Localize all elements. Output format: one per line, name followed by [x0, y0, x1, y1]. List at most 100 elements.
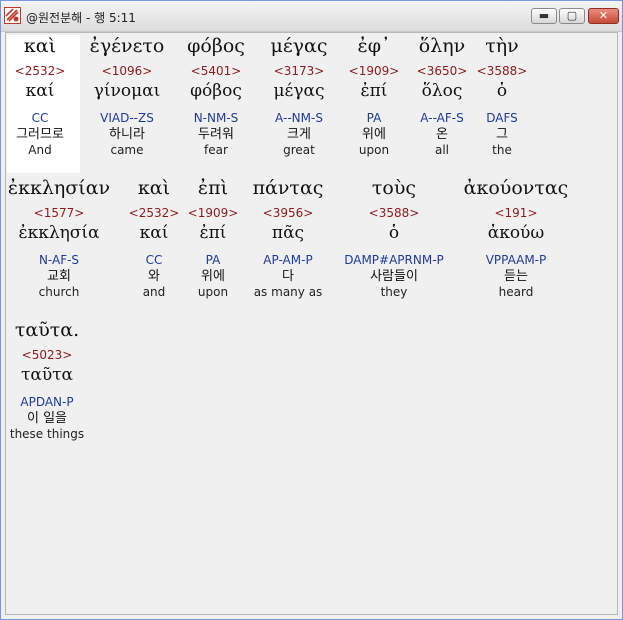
korean-gloss: 그러므로 [16, 127, 64, 142]
parse-code: AP-AM-P [263, 253, 313, 267]
word-block[interactable]: ὅλην <3650> ὅλος A--AF-S 온 all [410, 35, 474, 158]
korean-gloss: 와 [148, 269, 160, 284]
strong-number: <191> [494, 206, 538, 220]
english-gloss: they [380, 285, 408, 299]
english-gloss: upon [197, 285, 229, 299]
greek-word: ἐφ᾽ [357, 35, 391, 57]
word-block[interactable]: καὶ <2532> καί CC 그러므로 And [2, 35, 78, 158]
word-block[interactable]: φόβος <5401> φόβος N-NM-S 두려워 fear [180, 35, 252, 158]
word-block[interactable]: τὴν <3588> ὁ DAFS 그 the [476, 35, 528, 158]
lemma-word: φόβος [190, 81, 242, 101]
strong-number: <3588> [476, 64, 528, 78]
greek-word: φόβος [187, 35, 245, 57]
word-block[interactable]: ταῦτα. <5023> ταῦτα APDAN-P 이 일을 these t… [6, 319, 88, 442]
greek-word: καὶ [137, 177, 171, 199]
greek-word: ἀκούοντας [463, 177, 569, 199]
english-gloss: fear [204, 143, 228, 157]
lemma-word: ταῦτα [20, 365, 74, 385]
minimize-button[interactable]: ▬ [531, 8, 557, 24]
parse-code: A--AF-S [420, 111, 464, 125]
lemma-word: καί [25, 81, 55, 101]
korean-gloss: 교회 [47, 269, 71, 284]
minimize-icon: ▬ [538, 9, 550, 22]
parse-code: N-NM-S [193, 111, 239, 125]
word-block[interactable]: καὶ <2532> καί CC 와 and [127, 177, 181, 300]
word-block[interactable]: τοὺς <3588> ὁ DAMP#APRNM-P 사람들이 they [338, 177, 450, 300]
english-gloss: these things [9, 427, 85, 441]
korean-gloss: 사람들이 [370, 269, 418, 284]
parse-code: A--NM-S [275, 111, 323, 125]
lemma-word: καί [139, 223, 169, 243]
greek-word: τὴν [485, 35, 519, 57]
greek-word: μέγας [270, 35, 328, 57]
strong-number: <5023> [21, 348, 73, 362]
parse-code: N-AF-S [38, 253, 80, 267]
parse-code: PA [205, 253, 221, 267]
strong-number: <5401> [190, 64, 242, 78]
korean-gloss: 온 [436, 127, 448, 142]
english-gloss: all [434, 143, 450, 157]
english-gloss: church [38, 285, 80, 299]
greek-word: ἐγένετο [89, 35, 165, 57]
maximize-icon: ▢ [566, 9, 578, 22]
word-block[interactable]: πάντας <3956> πᾶς AP-AM-P 다 as many as [245, 177, 331, 300]
parse-code: PA [366, 111, 382, 125]
greek-word: ἐπὶ [197, 177, 229, 199]
parse-code: DAMP#APRNM-P [344, 253, 444, 267]
english-gloss: heard [498, 285, 534, 299]
lemma-word: ὁ [388, 223, 400, 243]
lemma-word: ἐπί [360, 81, 388, 101]
greek-word: τοὺς [371, 177, 417, 199]
korean-gloss: 위에 [201, 269, 225, 284]
strong-number: <1096> [101, 64, 153, 78]
strong-number: <3588> [368, 206, 420, 220]
lemma-word: πᾶς [271, 223, 305, 243]
korean-gloss: 두려워 [198, 127, 234, 142]
korean-gloss: 이 일을 [26, 411, 67, 426]
window-title: @원전분해 - 행 5:11 [26, 11, 136, 25]
close-button[interactable]: ✕ [588, 8, 619, 24]
english-gloss: the [492, 143, 512, 157]
word-block[interactable]: ἐφ᾽ <1909> ἐπί PA 위에 upon [345, 35, 403, 158]
lemma-word: ἐπί [199, 223, 227, 243]
word-block[interactable]: ἐπὶ <1909> ἐπί PA 위에 upon [186, 177, 240, 300]
strong-number: <1577> [33, 206, 85, 220]
strong-number: <3650> [416, 64, 468, 78]
parse-code: VIAD--ZS [100, 111, 154, 125]
lemma-word: ἐκκλησία [18, 223, 100, 243]
word-block[interactable]: ἐγένετο <1096> γίνομαι VIAD--ZS 하니라 came [82, 35, 172, 158]
strong-number: <3956> [262, 206, 314, 220]
app-window: @원전분해 - 행 5:11 ▬ ▢ ✕ καὶ <2532> καί CC 그… [0, 0, 623, 620]
strong-number: <1909> [187, 206, 239, 220]
english-gloss: great [283, 143, 315, 157]
korean-gloss: 듣는 [504, 269, 528, 284]
word-block[interactable]: ἀκούοντας <191> ἀκούω VPPAAM-P 듣는 heard [458, 177, 574, 300]
korean-gloss: 그 [496, 127, 508, 142]
parse-code: VPPAAM-P [485, 253, 547, 267]
strong-number: <2532> [128, 206, 180, 220]
korean-gloss: 다 [282, 269, 294, 284]
title-bar[interactable]: @원전분해 - 행 5:11 ▬ ▢ ✕ [1, 1, 622, 32]
english-gloss: upon [358, 143, 390, 157]
english-gloss: And [28, 143, 52, 157]
app-logo-icon [4, 7, 21, 24]
interlinear-panel: καὶ <2532> καί CC 그러므로 And ἐγένετο <1096… [5, 32, 618, 615]
lemma-word: γίνομαι [93, 81, 161, 101]
english-gloss: as many as [253, 285, 323, 299]
strong-number: <3173> [273, 64, 325, 78]
korean-gloss: 하니라 [109, 127, 145, 142]
lemma-word: μέγας [273, 81, 325, 101]
word-block[interactable]: ἐκκλησίαν <1577> ἐκκλησία N-AF-S 교회 chur… [6, 177, 112, 300]
greek-word: πάντας [252, 177, 324, 199]
greek-word: καὶ [23, 35, 57, 57]
maximize-button[interactable]: ▢ [559, 8, 585, 24]
lemma-word: ὁ [496, 81, 508, 101]
greek-word: ταῦτα. [14, 319, 80, 341]
word-block[interactable]: μέγας <3173> μέγας A--NM-S 크게 great [261, 35, 337, 158]
parse-code: DAFS [486, 111, 518, 125]
lemma-word: ἀκούω [487, 223, 545, 243]
greek-word: ὅλην [418, 35, 466, 57]
lemma-word: ὅλος [421, 81, 463, 101]
strong-number: <1909> [348, 64, 400, 78]
korean-gloss: 크게 [287, 127, 311, 142]
